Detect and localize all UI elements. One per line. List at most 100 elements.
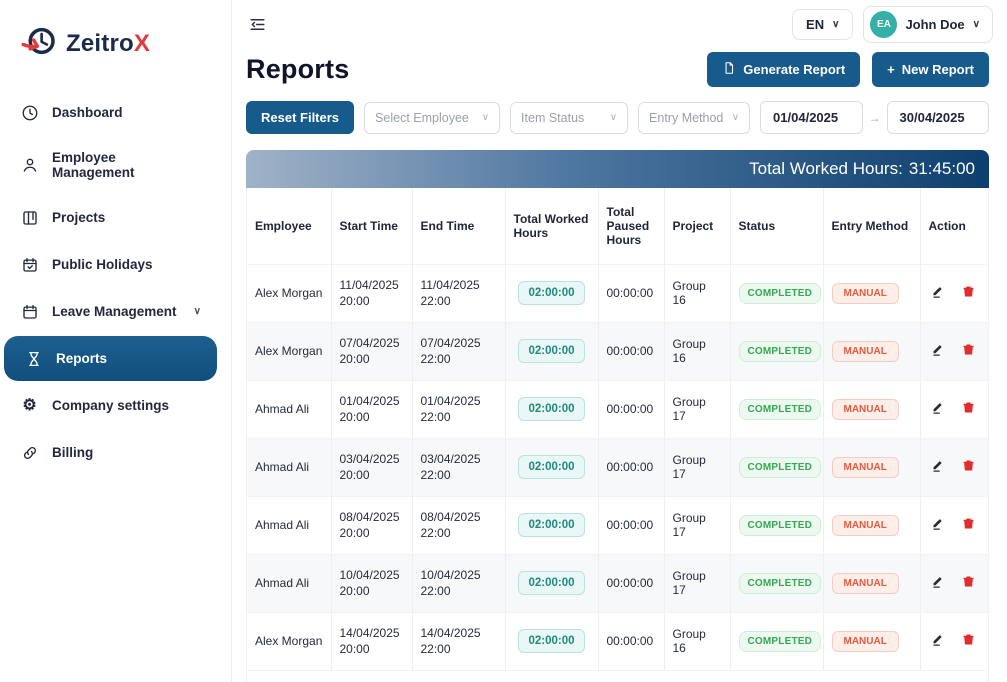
chevron-down-icon: ∨	[973, 19, 980, 30]
reports-table: Employee Start Time End Time Total Worke…	[247, 188, 988, 671]
col-header-total-worked: Total Worked Hours	[505, 188, 598, 264]
status-badge: COMPLETED	[739, 631, 822, 652]
delete-button[interactable]	[959, 282, 978, 304]
worked-hours-badge: 02:00:00	[518, 397, 584, 421]
user-name: John Doe	[905, 17, 964, 32]
col-header-status: Status	[730, 188, 823, 264]
collapse-sidebar-icon[interactable]	[248, 15, 267, 34]
entry-method-badge: MANUAL	[832, 573, 899, 594]
hourglass-icon	[24, 349, 43, 368]
logo-clock-icon	[18, 20, 60, 67]
worked-hours-badge: 02:00:00	[518, 339, 584, 363]
logo-text: ZeitroX	[66, 30, 150, 58]
sidebar-item-company-settings[interactable]: ⚙ Company settings	[0, 383, 221, 428]
edit-button[interactable]	[929, 282, 948, 304]
table-row: Ahmad Ali 10/04/202520:00 10/04/202522:0…	[247, 554, 988, 612]
table-row: Ahmad Ali 01/04/202520:00 01/04/202522:0…	[247, 380, 988, 438]
col-header-total-paused: Total Paused Hours	[598, 188, 664, 264]
content: Reports Generate Report + New Report R	[232, 48, 1007, 682]
worked-hours-badge: 02:00:00	[518, 629, 584, 653]
status-badge: COMPLETED	[739, 341, 822, 362]
person-icon	[20, 156, 39, 175]
employee-select[interactable]: Select Employee ∨	[364, 102, 500, 134]
table-row: Alex Morgan 07/04/202520:00 07/04/202522…	[247, 322, 988, 380]
status-badge: COMPLETED	[739, 283, 822, 304]
user-menu[interactable]: EA John Doe ∨	[863, 6, 993, 43]
page-title: Reports	[246, 54, 349, 85]
edit-button[interactable]	[929, 514, 948, 536]
filters-bar: Reset Filters Select Employee ∨ Item Sta…	[246, 101, 989, 134]
sidebar: ZeitroX Dashboard Employee Management Pr…	[0, 0, 232, 682]
edit-button[interactable]	[929, 572, 948, 594]
employee-name: Alex Morgan	[255, 286, 322, 300]
sidebar-item-public-holidays[interactable]: Public Holidays	[0, 242, 221, 287]
table-header-row: Employee Start Time End Time Total Worke…	[247, 188, 988, 264]
employee-name: Ahmad Ali	[255, 402, 309, 416]
delete-button[interactable]	[959, 340, 978, 362]
projects-board-icon	[20, 208, 39, 227]
table-row: Alex Morgan 14/04/202520:00 14/04/202522…	[247, 612, 988, 670]
entry-method-select[interactable]: Entry Method ∨	[638, 102, 750, 134]
col-header-start-time: Start Time	[331, 188, 412, 264]
delete-button[interactable]	[959, 572, 978, 594]
entry-method-badge: MANUAL	[832, 631, 899, 652]
app-root: ZeitroX Dashboard Employee Management Pr…	[0, 0, 1007, 682]
employee-name: Ahmad Ali	[255, 576, 309, 590]
page-header: Reports Generate Report + New Report	[246, 52, 989, 87]
sidebar-item-employee-management[interactable]: Employee Management	[0, 137, 221, 193]
delete-button[interactable]	[959, 398, 978, 420]
main-area: EN ∨ EA John Doe ∨ Reports	[232, 0, 1007, 682]
date-from-input[interactable]: 01/04/2025	[760, 101, 862, 134]
edit-button[interactable]	[929, 456, 948, 478]
employee-name: Ahmad Ali	[255, 518, 309, 532]
total-worked-hours-banner: Total Worked Hours: 31:45:00	[246, 150, 989, 188]
generate-report-button[interactable]: Generate Report	[707, 52, 860, 87]
date-range-picker: 01/04/2025 → 30/04/2025	[760, 101, 989, 134]
delete-button[interactable]	[959, 630, 978, 652]
delete-button[interactable]	[959, 456, 978, 478]
chevron-down-icon: ∨	[832, 19, 839, 30]
status-badge: COMPLETED	[739, 515, 822, 536]
plus-icon: +	[887, 62, 895, 77]
chevron-down-icon: ∨	[732, 112, 739, 123]
sidebar-item-reports[interactable]: Reports	[4, 336, 217, 381]
worked-hours-badge: 02:00:00	[518, 281, 584, 305]
worked-hours-badge: 02:00:00	[518, 571, 584, 595]
chevron-down-icon: ∨	[482, 112, 489, 123]
sidebar-item-projects[interactable]: Projects	[0, 195, 221, 240]
status-badge: COMPLETED	[739, 457, 822, 478]
employee-name: Ahmad Ali	[255, 460, 309, 474]
arrow-right-icon: →	[869, 111, 881, 125]
avatar: EA	[870, 11, 897, 38]
language-selector[interactable]: EN ∨	[792, 9, 853, 40]
col-header-entry-method: Entry Method	[823, 188, 920, 264]
table-row: Ahmad Ali 08/04/202520:00 08/04/202522:0…	[247, 496, 988, 554]
entry-method-badge: MANUAL	[832, 341, 899, 362]
item-status-select[interactable]: Item Status ∨	[510, 102, 628, 134]
edit-button[interactable]	[929, 340, 948, 362]
entry-method-badge: MANUAL	[832, 515, 899, 536]
col-header-action: Action	[920, 188, 988, 264]
calendar-icon	[20, 302, 39, 321]
date-to-input[interactable]: 30/04/2025	[887, 101, 989, 134]
sidebar-item-billing[interactable]: Billing	[0, 430, 221, 475]
entry-method-badge: MANUAL	[832, 283, 899, 304]
reset-filters-button[interactable]: Reset Filters	[246, 101, 354, 134]
chevron-down-icon: ∨	[194, 306, 201, 317]
link-icon	[20, 443, 39, 462]
chevron-down-icon: ∨	[610, 112, 617, 123]
sidebar-item-leave-management[interactable]: Leave Management ∨	[0, 289, 221, 334]
edit-button[interactable]	[929, 398, 948, 420]
new-report-button[interactable]: + New Report	[872, 52, 989, 87]
delete-button[interactable]	[959, 514, 978, 536]
reports-table-container: Employee Start Time End Time Total Worke…	[246, 188, 989, 682]
document-icon	[722, 61, 736, 78]
worked-hours-badge: 02:00:00	[518, 455, 584, 479]
app-logo: ZeitroX	[0, 10, 231, 83]
edit-button[interactable]	[929, 630, 948, 652]
sidebar-nav: Dashboard Employee Management Projects P…	[0, 89, 231, 476]
dashboard-icon	[20, 103, 39, 122]
sidebar-item-dashboard[interactable]: Dashboard	[0, 90, 221, 135]
entry-method-badge: MANUAL	[832, 457, 899, 478]
status-badge: COMPLETED	[739, 573, 822, 594]
